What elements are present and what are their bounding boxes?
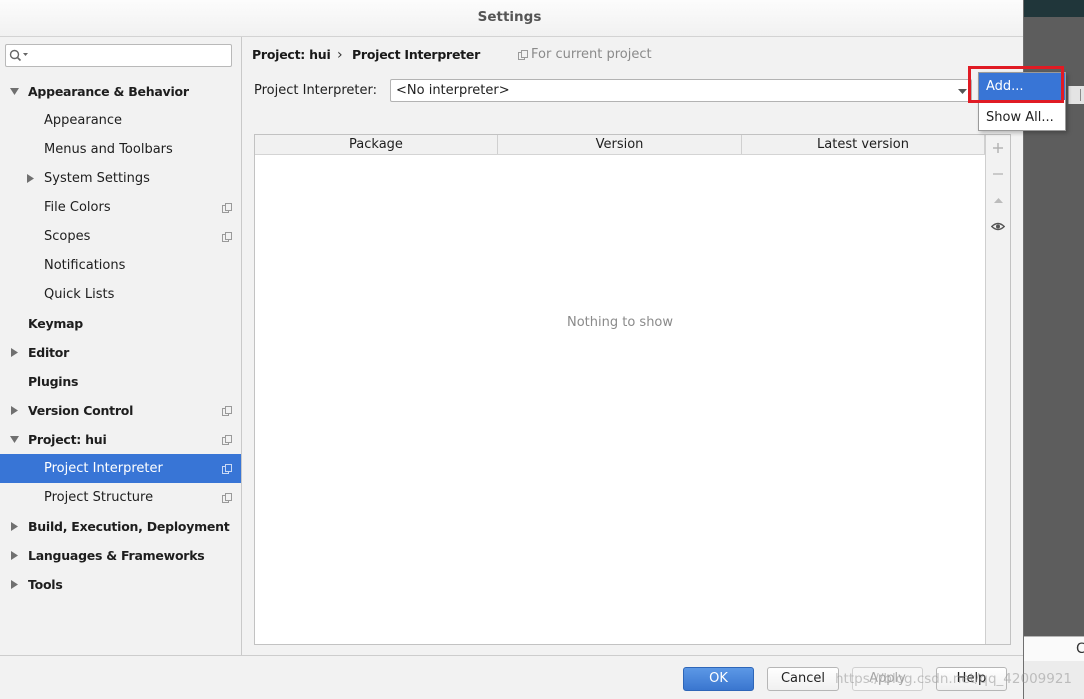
window-title: Settings <box>477 9 542 25</box>
interpreter-select[interactable]: <No interpreter> <box>390 79 972 102</box>
sidebar-item-tools[interactable]: Tools <box>0 570 241 599</box>
breadcrumb-parent[interactable]: Project: hui <box>252 47 331 63</box>
move-up-icon[interactable] <box>994 198 1003 203</box>
settings-content: Project: hui › Project Interpreter For c… <box>242 37 1023 655</box>
sidebar-item-label: Menus and Toolbars <box>44 142 173 157</box>
interpreter-label: Project Interpreter: <box>254 83 378 98</box>
tree-collapsed-arrow-icon[interactable] <box>11 406 18 415</box>
dialog-button-bar: OK Cancel Apply Help <box>0 655 1023 699</box>
sidebar-item-label: System Settings <box>44 171 150 186</box>
scope-note: For current project <box>531 47 652 62</box>
sidebar-item-label: Scopes <box>44 229 91 244</box>
sidebar-item-editor[interactable]: Editor <box>0 338 241 367</box>
sidebar-item-label: Tools <box>28 577 63 592</box>
sidebar-item-label: Notifications <box>44 258 126 273</box>
copy-icon <box>222 232 232 242</box>
sidebar-item-label: Languages & Frameworks <box>28 548 205 563</box>
sidebar-item-quick-lists[interactable]: Quick Lists <box>0 280 241 309</box>
settings-dialog: Settings Appearance & Behavior Appearanc… <box>0 0 1023 699</box>
copy-icon <box>518 50 528 60</box>
packages-table: Package Version Latest version Nothing t… <box>254 134 1011 645</box>
tree-collapsed-arrow-icon[interactable] <box>11 348 18 357</box>
apply-button[interactable]: Apply <box>852 667 923 691</box>
empty-table-message: Nothing to show <box>566 315 674 330</box>
sidebar-item-system-settings[interactable]: System Settings <box>0 164 241 193</box>
sidebar-item-appearance-behavior[interactable]: Appearance & Behavior <box>0 77 241 106</box>
sidebar-item-label: Project: hui <box>28 432 107 447</box>
background-panel <box>1024 661 1084 699</box>
background-field: C <box>1024 636 1084 661</box>
breadcrumb-separator: › <box>337 47 343 63</box>
tree-expanded-arrow-icon[interactable] <box>10 436 19 443</box>
background-control <box>1068 86 1084 104</box>
sidebar-item-scopes[interactable]: Scopes <box>0 222 241 251</box>
tree-expanded-arrow-icon[interactable] <box>10 88 19 95</box>
sidebar-item-file-colors[interactable]: File Colors <box>0 193 241 222</box>
column-header-package[interactable]: Package <box>255 135 498 154</box>
sidebar-item-project-structure[interactable]: Project Structure <box>0 483 241 512</box>
background-partial-text: C <box>1076 641 1084 657</box>
tree-collapsed-arrow-icon[interactable] <box>11 522 18 531</box>
sidebar-item-label: Plugins <box>28 374 79 389</box>
sidebar-item-languages-frameworks[interactable]: Languages & Frameworks <box>0 541 241 570</box>
sidebar-item-label: Project Structure <box>44 490 154 505</box>
sidebar-item-label: Project Interpreter <box>44 461 163 476</box>
menu-item-label: Show All... <box>986 110 1054 125</box>
sidebar-item-label: Keymap <box>28 316 84 331</box>
sidebar-item-plugins[interactable]: Plugins <box>0 367 241 396</box>
highlight-annotation-box <box>968 66 1064 103</box>
breadcrumb-current: Project Interpreter <box>352 47 481 62</box>
table-header: Package Version Latest version <box>255 135 985 155</box>
copy-icon <box>222 203 232 213</box>
sidebar-item-label: Editor <box>28 345 69 360</box>
settings-sidebar: Appearance & Behavior Appearance Menus a… <box>0 37 242 655</box>
sidebar-item-version-control[interactable]: Version Control <box>0 396 241 425</box>
menu-item-show-all[interactable]: Show All... <box>979 104 1065 131</box>
minus-icon[interactable] <box>993 169 1003 179</box>
interpreter-select-value: <No interpreter> <box>396 83 510 98</box>
sidebar-item-label: Appearance & Behavior <box>28 84 189 99</box>
screen: C Settings Appearance & Behavior Appeara… <box>0 0 1084 699</box>
sidebar-item-label: Quick Lists <box>44 287 115 302</box>
cancel-button[interactable]: Cancel <box>767 667 839 691</box>
copy-icon <box>222 464 232 474</box>
background-window-header <box>1023 0 1084 17</box>
sidebar-item-keymap[interactable]: Keymap <box>0 309 241 338</box>
sidebar-item-label: Build, Execution, Deployment <box>28 519 230 534</box>
sidebar-item-notifications[interactable]: Notifications <box>0 251 241 280</box>
ok-button[interactable]: OK <box>683 667 754 691</box>
column-header-version[interactable]: Version <box>498 135 742 154</box>
sidebar-item-project-hui[interactable]: Project: hui <box>0 425 241 454</box>
sidebar-item-build-execution-deployment[interactable]: Build, Execution, Deployment <box>0 512 241 541</box>
table-toolbar <box>985 135 1010 644</box>
sidebar-item-project-interpreter[interactable]: Project Interpreter <box>0 454 241 483</box>
chevron-down-icon[interactable] <box>958 89 967 94</box>
search-icon[interactable] <box>9 49 29 62</box>
tree-collapsed-arrow-icon[interactable] <box>11 580 18 589</box>
search-field[interactable] <box>5 44 232 67</box>
column-header-latest-version[interactable]: Latest version <box>742 135 985 154</box>
sidebar-item-appearance[interactable]: Appearance <box>0 106 241 135</box>
tree-collapsed-arrow-icon[interactable] <box>27 174 34 183</box>
sidebar-item-label: Appearance <box>44 113 123 128</box>
help-button[interactable]: Help <box>936 667 1007 691</box>
search-input[interactable] <box>30 47 228 64</box>
tree-collapsed-arrow-icon[interactable] <box>11 551 18 560</box>
title-bar[interactable]: Settings <box>0 0 1023 37</box>
copy-icon <box>222 493 232 503</box>
copy-icon <box>222 406 232 416</box>
eye-icon[interactable] <box>991 222 1005 231</box>
plus-icon[interactable] <box>993 143 1003 153</box>
copy-icon <box>222 435 232 445</box>
sidebar-item-menus-toolbars[interactable]: Menus and Toolbars <box>0 135 241 164</box>
sidebar-item-label: File Colors <box>44 200 111 215</box>
sidebar-item-label: Version Control <box>28 403 134 418</box>
